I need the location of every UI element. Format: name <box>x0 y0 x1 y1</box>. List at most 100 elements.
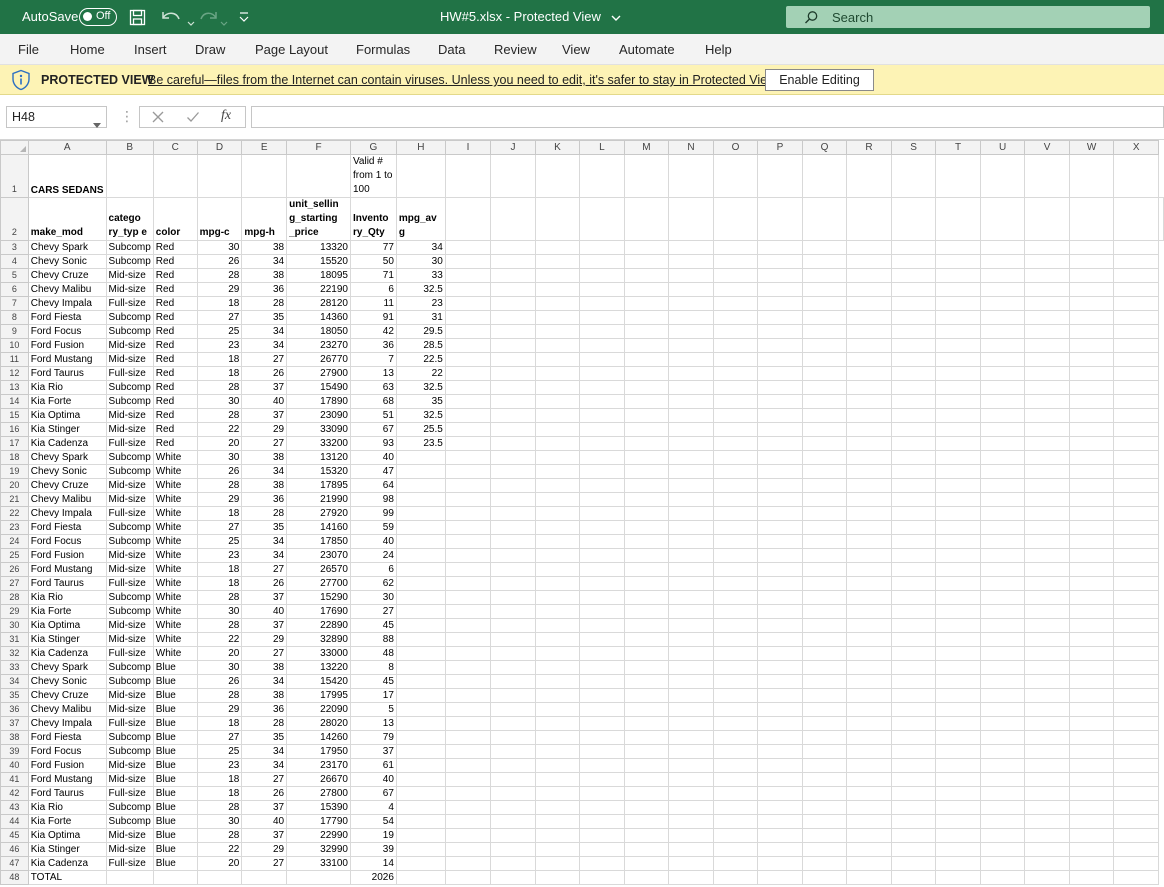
cell[interactable] <box>935 632 981 647</box>
make-model-cell[interactable]: Ford Focus <box>27 324 107 339</box>
cell[interactable] <box>1068 702 1115 717</box>
price-cell[interactable]: 22090 <box>286 702 351 717</box>
select-all-corner[interactable] <box>0 140 29 155</box>
cell[interactable] <box>846 520 892 535</box>
cell[interactable] <box>490 296 536 311</box>
cell[interactable] <box>801 758 848 773</box>
cell[interactable] <box>757 520 803 535</box>
category-cell[interactable]: Mid-size <box>105 422 154 437</box>
cell[interactable] <box>846 730 892 745</box>
mpg-avg-cell[interactable] <box>395 744 446 759</box>
cell[interactable] <box>1068 464 1115 479</box>
row-header[interactable]: 4 <box>0 254 29 269</box>
cell[interactable] <box>579 464 625 479</box>
mpg-highway-cell[interactable]: 38 <box>241 450 288 465</box>
cell[interactable] <box>579 450 625 465</box>
price-cell[interactable]: 14260 <box>286 730 351 745</box>
cell[interactable] <box>444 674 492 689</box>
tab-home[interactable]: Home <box>70 34 105 65</box>
cell[interactable] <box>935 506 981 521</box>
cell[interactable] <box>979 296 1026 311</box>
cell[interactable] <box>757 268 803 283</box>
inventory-cell[interactable]: 64 <box>349 478 397 493</box>
cell[interactable] <box>490 154 536 198</box>
mpg-city-cell[interactable]: 18 <box>196 716 243 731</box>
cell[interactable] <box>979 702 1026 717</box>
cell[interactable] <box>490 674 536 689</box>
price-cell[interactable]: 27800 <box>286 786 351 801</box>
make-model-cell[interactable]: Chevy Malibu <box>27 282 107 297</box>
cell[interactable] <box>712 296 759 311</box>
cell[interactable] <box>757 394 803 409</box>
cell[interactable] <box>979 154 1026 198</box>
cell[interactable] <box>757 786 803 801</box>
cell[interactable] <box>534 478 581 493</box>
cell[interactable] <box>935 870 981 885</box>
cell[interactable] <box>444 197 492 241</box>
cell[interactable] <box>534 828 581 843</box>
cell[interactable] <box>668 310 714 325</box>
color-cell[interactable]: Red <box>152 380 198 395</box>
cell[interactable] <box>490 408 536 423</box>
cell[interactable] <box>935 744 981 759</box>
inventory-cell[interactable]: 45 <box>349 674 397 689</box>
row-header[interactable]: 9 <box>0 324 29 339</box>
color-cell[interactable]: Blue <box>152 716 198 731</box>
mpg-city-cell[interactable]: 25 <box>196 324 243 339</box>
cell[interactable] <box>979 520 1026 535</box>
price-cell[interactable]: 17850 <box>286 534 351 549</box>
cell[interactable] <box>979 856 1026 871</box>
make-model-cell[interactable]: Ford Focus <box>27 534 107 549</box>
mpg-city-cell[interactable]: 28 <box>196 688 243 703</box>
mpg-avg-cell[interactable] <box>395 450 446 465</box>
row-header[interactable]: 26 <box>0 562 29 577</box>
make-model-cell[interactable]: Chevy Impala <box>27 296 107 311</box>
cell[interactable] <box>534 296 581 311</box>
cell[interactable] <box>1113 786 1159 801</box>
cell[interactable] <box>846 590 892 605</box>
column-label-cell[interactable]: color <box>152 197 198 241</box>
cell[interactable] <box>490 450 536 465</box>
cell[interactable] <box>1113 282 1159 297</box>
cell[interactable] <box>1024 197 1070 241</box>
cell[interactable] <box>668 856 714 871</box>
color-cell[interactable]: White <box>152 576 198 591</box>
cell[interactable] <box>534 604 581 619</box>
cell[interactable] <box>668 450 714 465</box>
cell[interactable] <box>534 436 581 451</box>
cell[interactable] <box>1113 534 1159 549</box>
cell[interactable] <box>534 282 581 297</box>
cell[interactable] <box>444 464 492 479</box>
cell[interactable] <box>1024 758 1070 773</box>
mpg-city-cell[interactable]: 23 <box>196 338 243 353</box>
cell[interactable] <box>890 240 937 255</box>
color-cell[interactable]: White <box>152 478 198 493</box>
inventory-cell[interactable]: 19 <box>349 828 397 843</box>
customize-toolbar-icon[interactable] <box>239 10 249 28</box>
cell[interactable] <box>623 436 670 451</box>
cell[interactable] <box>846 828 892 843</box>
cell[interactable] <box>623 450 670 465</box>
make-model-cell[interactable]: Chevy Cruze <box>27 478 107 493</box>
cell[interactable] <box>534 450 581 465</box>
mpg-avg-cell[interactable] <box>395 520 446 535</box>
cell[interactable] <box>152 154 198 198</box>
cell[interactable] <box>668 240 714 255</box>
cell[interactable] <box>668 324 714 339</box>
cell[interactable] <box>1024 338 1070 353</box>
cell[interactable] <box>534 716 581 731</box>
cell[interactable] <box>668 436 714 451</box>
color-cell[interactable]: White <box>152 562 198 577</box>
cell[interactable] <box>579 674 625 689</box>
cell[interactable] <box>534 324 581 339</box>
make-model-cell[interactable]: Kia Stinger <box>27 422 107 437</box>
mpg-city-cell[interactable]: 27 <box>196 730 243 745</box>
mpg-avg-cell[interactable] <box>395 772 446 787</box>
cell[interactable] <box>490 520 536 535</box>
price-cell[interactable]: 21990 <box>286 492 351 507</box>
cell[interactable] <box>668 632 714 647</box>
cell[interactable] <box>668 618 714 633</box>
cell[interactable] <box>935 338 981 353</box>
cell[interactable] <box>534 506 581 521</box>
cell[interactable] <box>1024 674 1070 689</box>
